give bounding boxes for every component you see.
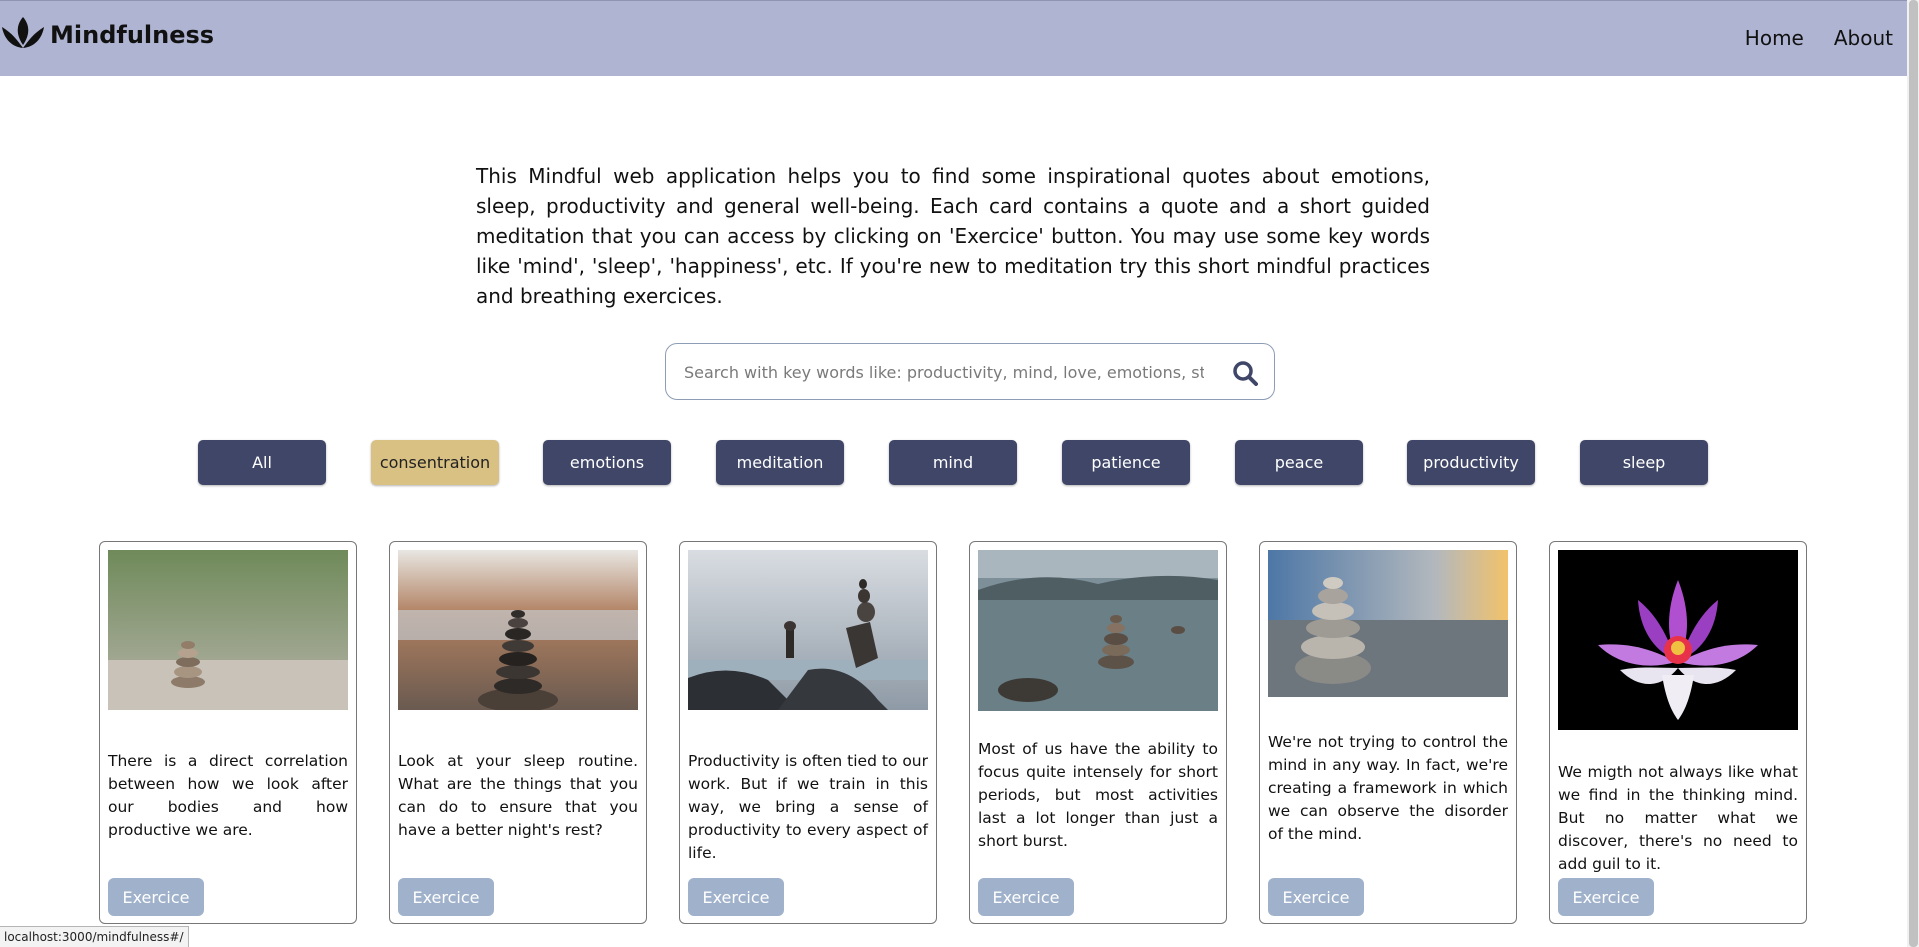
card-image-stones-on-wood (108, 550, 348, 710)
filter-consentration[interactable]: consentration (371, 440, 499, 485)
nav-link-home[interactable]: Home (1745, 26, 1804, 50)
exercise-button[interactable]: Exercice (108, 878, 204, 916)
filter-patience[interactable]: patience (1062, 440, 1190, 485)
lotus-logo-icon (2, 17, 44, 48)
exercise-button[interactable]: Exercice (398, 878, 494, 916)
filter-emotions[interactable]: emotions (543, 440, 671, 485)
card-image-lotus-flower (1558, 550, 1798, 730)
search-icon[interactable] (1232, 360, 1258, 386)
quote-card: We migth not always like what we find in… (1549, 541, 1807, 924)
card-quote: Productivity is often tied to our work. … (688, 752, 929, 862)
quote-card: We're not trying to control the mind in … (1259, 541, 1517, 924)
filter-sleep[interactable]: sleep (1580, 440, 1708, 485)
navbar: Mindfulness Home About (0, 0, 1907, 76)
card-quote: There is a direct correlation between ho… (108, 752, 348, 839)
card-image-stone-stack (398, 550, 638, 710)
quote-card: Most of us have the ability to focus qui… (969, 541, 1227, 924)
filter-meditation[interactable]: meditation (716, 440, 844, 485)
card-image-cairn-in-lake (978, 550, 1218, 711)
exercise-button[interactable]: Exercice (688, 878, 784, 916)
card-quote: We're not trying to control the mind in … (1268, 733, 1508, 843)
quote-card: There is a direct correlation between ho… (99, 541, 357, 924)
exercise-button[interactable]: Exercice (1558, 878, 1654, 916)
scrollbar-thumb[interactable] (1909, 0, 1918, 947)
filter-productivity[interactable]: productivity (1407, 440, 1535, 485)
card-quote: Most of us have the ability to focus qui… (978, 740, 1218, 850)
nav-links: Home About (1745, 26, 1893, 50)
exercise-button[interactable]: Exercice (1268, 878, 1364, 916)
nav-link-about[interactable]: About (1834, 26, 1893, 50)
card-image-stones-at-sunset (1268, 550, 1508, 697)
brand-name: Mindfulness (50, 21, 215, 49)
card-quote: Look at your sleep routine. What are the… (398, 752, 638, 839)
filter-peace[interactable]: peace (1235, 440, 1363, 485)
filter-all[interactable]: All (198, 440, 326, 485)
brand[interactable]: Mindfulness (0, 15, 214, 55)
search-box (665, 343, 1275, 400)
quote-card: Look at your sleep routine. What are the… (389, 541, 647, 924)
exercise-button[interactable]: Exercice (978, 878, 1074, 916)
search-input[interactable] (684, 356, 1204, 388)
intro-text: This Mindful web application helps you t… (476, 164, 1430, 308)
browser-status-bar: localhost:3000/mindfulness#/ (0, 926, 189, 947)
filter-mind[interactable]: mind (889, 440, 1017, 485)
card-quote: We migth not always like what we find in… (1558, 763, 1798, 873)
filter-bar: All consentration emotions meditation mi… (0, 440, 1907, 485)
quote-card: Productivity is often tied to our work. … (679, 541, 937, 924)
card-image-balanced-rocks (688, 550, 928, 710)
